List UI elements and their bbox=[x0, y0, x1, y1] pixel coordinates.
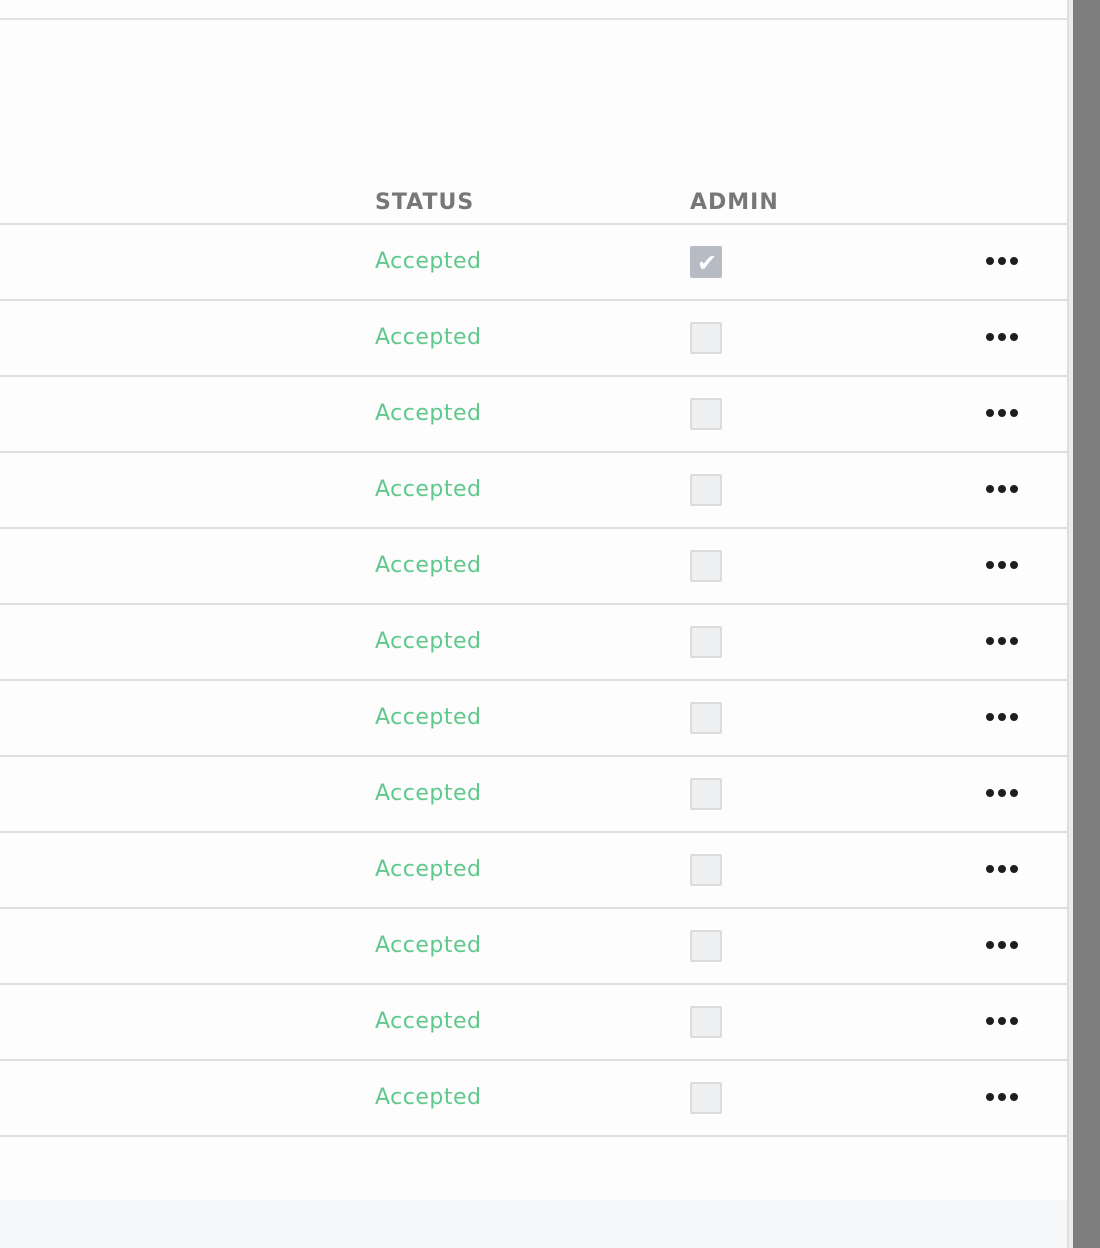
more-options-dot bbox=[986, 561, 994, 569]
admin-checkbox[interactable] bbox=[690, 702, 722, 734]
status-label: Accepted bbox=[375, 857, 482, 882]
more-options-dot bbox=[998, 561, 1006, 569]
table-row: Accepted bbox=[0, 529, 1068, 605]
table-row: Accepted bbox=[0, 985, 1068, 1061]
status-label: Accepted bbox=[375, 249, 482, 274]
more-options-dot bbox=[1010, 637, 1018, 645]
admin-checkbox[interactable] bbox=[690, 474, 722, 506]
more-options-icon[interactable] bbox=[982, 407, 1022, 419]
more-options-dot bbox=[986, 941, 994, 949]
table-body: Accepted ✔ Accepted Accepted Accepted Accepte… bbox=[0, 225, 1068, 1137]
status-label: Accepted bbox=[375, 781, 482, 806]
more-options-dot bbox=[986, 1093, 994, 1101]
more-options-icon[interactable] bbox=[982, 255, 1022, 267]
more-options-dot bbox=[1010, 1017, 1018, 1025]
more-options-dot bbox=[986, 1017, 994, 1025]
admin-checkbox[interactable] bbox=[690, 322, 722, 354]
status-label: Accepted bbox=[375, 1085, 482, 1110]
table-row: Accepted bbox=[0, 1061, 1068, 1137]
table-row: Accepted bbox=[0, 453, 1068, 529]
admin-checkbox[interactable] bbox=[690, 1082, 722, 1114]
more-options-dot bbox=[1010, 409, 1018, 417]
table-row: Accepted bbox=[0, 757, 1068, 833]
more-options-icon[interactable] bbox=[982, 559, 1022, 571]
more-options-dot bbox=[998, 637, 1006, 645]
more-options-icon[interactable] bbox=[982, 331, 1022, 343]
status-label: Accepted bbox=[375, 477, 482, 502]
more-options-icon[interactable] bbox=[982, 635, 1022, 647]
more-options-dot bbox=[1010, 257, 1018, 265]
table-row: Accepted bbox=[0, 681, 1068, 757]
more-options-dot bbox=[998, 941, 1006, 949]
status-label: Accepted bbox=[375, 933, 482, 958]
scrollbar-thumb[interactable] bbox=[1073, 0, 1100, 1248]
more-options-dot bbox=[998, 257, 1006, 265]
admin-checkbox[interactable] bbox=[690, 854, 722, 886]
more-options-dot bbox=[1010, 941, 1018, 949]
more-options-dot bbox=[986, 257, 994, 265]
more-options-icon[interactable] bbox=[982, 787, 1022, 799]
table-row: Accepted bbox=[0, 377, 1068, 453]
table-row: Accepted bbox=[0, 301, 1068, 377]
more-options-dot bbox=[1010, 713, 1018, 721]
more-options-dot bbox=[986, 713, 994, 721]
more-options-dot bbox=[998, 333, 1006, 341]
more-options-dot bbox=[986, 865, 994, 873]
status-label: Accepted bbox=[375, 401, 482, 426]
admin-checkbox[interactable] bbox=[690, 778, 722, 810]
more-options-icon[interactable] bbox=[982, 1015, 1022, 1027]
column-header-admin[interactable]: ADMIN bbox=[690, 190, 779, 216]
more-options-dot bbox=[998, 1093, 1006, 1101]
status-label: Accepted bbox=[375, 325, 482, 350]
members-page: STATUS ADMIN Accepted ✔ Accepted Accepted Ac… bbox=[0, 0, 1100, 1248]
table-row: Accepted bbox=[0, 833, 1068, 909]
members-table: STATUS ADMIN Accepted ✔ Accepted Accepted Ac… bbox=[0, 180, 1068, 1137]
more-options-dot bbox=[998, 789, 1006, 797]
more-options-icon[interactable] bbox=[982, 483, 1022, 495]
table-row: Accepted bbox=[0, 605, 1068, 681]
more-options-dot bbox=[998, 1017, 1006, 1025]
column-header-status[interactable]: STATUS bbox=[375, 190, 474, 216]
more-options-dot bbox=[998, 713, 1006, 721]
more-options-dot bbox=[1010, 333, 1018, 341]
more-options-dot bbox=[998, 485, 1006, 493]
more-options-dot bbox=[1010, 561, 1018, 569]
more-options-dot bbox=[986, 485, 994, 493]
admin-checkbox[interactable] bbox=[690, 1006, 722, 1038]
admin-checkbox[interactable]: ✔ bbox=[690, 246, 722, 278]
table-header: STATUS ADMIN bbox=[0, 180, 1068, 225]
more-options-dot bbox=[998, 409, 1006, 417]
status-label: Accepted bbox=[375, 1009, 482, 1034]
more-options-dot bbox=[986, 789, 994, 797]
content-panel: STATUS ADMIN Accepted ✔ Accepted Accepted Ac… bbox=[0, 0, 1068, 1248]
table-row: Accepted bbox=[0, 909, 1068, 985]
status-label: Accepted bbox=[375, 553, 482, 578]
admin-checkbox[interactable] bbox=[690, 398, 722, 430]
admin-checkbox[interactable] bbox=[690, 930, 722, 962]
footer-area bbox=[0, 1200, 1068, 1248]
more-options-dot bbox=[986, 409, 994, 417]
more-options-icon[interactable] bbox=[982, 711, 1022, 723]
more-options-icon[interactable] bbox=[982, 863, 1022, 875]
more-options-dot bbox=[986, 637, 994, 645]
table-row: Accepted ✔ bbox=[0, 225, 1068, 301]
admin-checkbox[interactable] bbox=[690, 626, 722, 658]
status-label: Accepted bbox=[375, 629, 482, 654]
more-options-dot bbox=[1010, 485, 1018, 493]
checkmark-icon: ✔ bbox=[697, 249, 718, 277]
more-options-icon[interactable] bbox=[982, 1091, 1022, 1103]
more-options-dot bbox=[1010, 1093, 1018, 1101]
status-label: Accepted bbox=[375, 705, 482, 730]
admin-checkbox[interactable] bbox=[690, 550, 722, 582]
more-options-dot bbox=[1010, 789, 1018, 797]
more-options-dot bbox=[998, 865, 1006, 873]
more-options-icon[interactable] bbox=[982, 939, 1022, 951]
more-options-dot bbox=[1010, 865, 1018, 873]
more-options-dot bbox=[986, 333, 994, 341]
top-divider bbox=[0, 18, 1068, 20]
